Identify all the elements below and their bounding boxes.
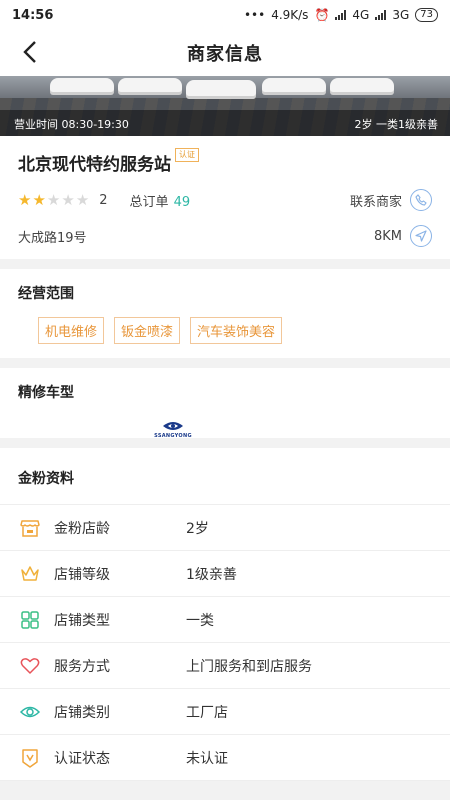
section-title: 金粉资料 <box>0 448 450 505</box>
contact-merchant-button[interactable]: 联系商家 <box>350 189 432 211</box>
info-row-category: 店铺类别 工厂店 <box>0 689 450 735</box>
rating-value: 2 <box>99 192 108 208</box>
grid-icon <box>18 608 42 632</box>
nav-bar: 商家信息 <box>0 30 450 76</box>
info-value: 工厂店 <box>186 704 228 721</box>
business-scope-section: 经营范围 机电维修 钣金喷漆 汽车装饰美容 <box>0 269 450 358</box>
star-icon: ★ <box>61 190 75 209</box>
eye-icon <box>18 700 42 724</box>
signal-icon <box>335 10 347 20</box>
info-label: 认证状态 <box>54 750 110 767</box>
info-row-age: 金粉店龄 2岁 <box>0 505 450 551</box>
ssangyong-logo: SSANGYONG <box>154 420 192 442</box>
info-label: 店铺类别 <box>54 704 110 721</box>
shop-level-tag: 2岁 一类1级亲善 <box>354 118 439 131</box>
orders-label: 总订单 <box>129 194 169 210</box>
shop-banner-image: 营业时间 08:30-19:30 2岁 一类1级亲善 <box>0 76 450 136</box>
banner-car <box>262 78 326 92</box>
battery-icon: 73 <box>415 8 438 22</box>
scope-tags: 机电维修 钣金喷漆 汽车装饰美容 <box>18 317 432 344</box>
scope-tag: 机电维修 <box>38 317 105 344</box>
heart-icon <box>18 654 42 678</box>
shop-address: 大成路19号 <box>18 230 87 246</box>
status-bar: 14:56 ••• 4.9K/s ⏰ 4G 3G 73 <box>0 0 450 30</box>
info-row-level: 店铺等级 1级亲善 <box>0 551 450 597</box>
info-value: 一类 <box>186 612 214 629</box>
section-title: 经营范围 <box>18 286 74 302</box>
orders-count: 49 <box>173 194 191 210</box>
notification-dots: ••• <box>243 8 266 22</box>
banner-car <box>118 78 182 92</box>
total-orders: 总订单 49 <box>130 191 191 210</box>
shop-name: 北京现代特约服务站 <box>18 155 171 175</box>
car-models-section: 精修车型 SSANGYONG <box>0 368 450 439</box>
section-title: 精修车型 <box>18 385 74 401</box>
scope-tag: 钣金喷漆 <box>114 317 181 344</box>
star-icon: ★ <box>18 190 32 209</box>
status-time: 14:56 <box>12 7 54 23</box>
network-type-2: 3G <box>392 8 410 22</box>
info-value: 2岁 <box>186 520 209 537</box>
network-speed: 4.9K/s <box>271 8 309 22</box>
banner-car <box>330 78 394 92</box>
navigate-button[interactable]: 8KM <box>374 225 432 247</box>
distance-value: 8KM <box>373 228 402 244</box>
info-value: 未认证 <box>186 750 228 767</box>
star-icon: ★ <box>32 190 46 209</box>
contact-label: 联系商家 <box>349 194 402 210</box>
shop-summary-card: 北京现代特约服务站 认证 ★ ★ ★ ★ ★ 2 总订单 49 联系商家 大成路1… <box>0 136 450 259</box>
shop-info-section: 金粉资料 金粉店龄 2岁 店铺等级 1级亲善 店铺类型 一类 服务方式 上门服务… <box>0 448 450 781</box>
alarm-icon: ⏰ <box>314 8 330 22</box>
info-label: 店铺类型 <box>54 612 110 629</box>
info-value: 上门服务和到店服务 <box>186 658 312 675</box>
info-label: 金粉店龄 <box>54 520 110 537</box>
info-row-service: 服务方式 上门服务和到店服务 <box>0 643 450 689</box>
network-type-1: 4G <box>352 8 370 22</box>
status-indicators: ••• 4.9K/s ⏰ 4G 3G 73 <box>244 8 438 22</box>
banner-car <box>50 78 114 92</box>
info-row-cert: 认证状态 未认证 <box>0 735 450 781</box>
info-value: 1级亲善 <box>186 566 237 583</box>
badge-v-icon <box>18 746 42 770</box>
banner-car <box>186 80 256 96</box>
star-rating: ★ ★ ★ ★ ★ <box>18 190 90 209</box>
info-row-type: 店铺类型 一类 <box>0 597 450 643</box>
logo-text: SSANGYONG <box>154 433 192 439</box>
back-arrow-icon[interactable] <box>18 39 44 65</box>
page-title: 商家信息 <box>187 44 263 65</box>
scope-tag: 汽车装饰美容 <box>190 317 283 344</box>
info-label: 服务方式 <box>54 658 110 675</box>
certified-badge: 认证 <box>175 148 199 162</box>
location-arrow-icon <box>410 225 432 247</box>
star-icon: ★ <box>75 190 90 209</box>
crown-icon <box>18 562 42 586</box>
phone-icon <box>410 189 432 211</box>
info-label: 店铺等级 <box>54 566 110 583</box>
shop-icon <box>18 516 42 540</box>
signal-icon-2 <box>375 10 387 20</box>
star-icon: ★ <box>46 190 61 209</box>
business-hours: 营业时间 08:30-19:30 <box>14 118 129 131</box>
